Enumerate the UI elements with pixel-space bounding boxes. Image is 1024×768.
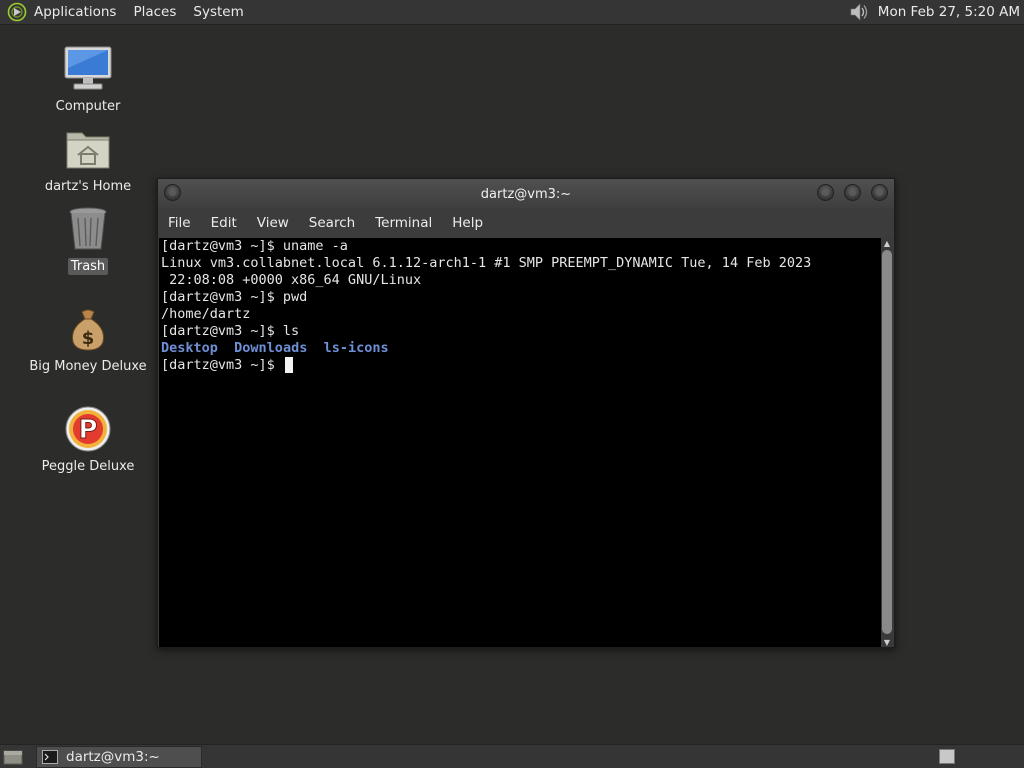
maximize-button[interactable] [844, 184, 861, 201]
desktop-icon-computer[interactable]: Computer [30, 44, 146, 115]
desktop-icon-home[interactable]: dartz's Home [30, 124, 146, 195]
menu-edit[interactable]: Edit [211, 215, 237, 231]
prompt-text: [dartz@vm3 ~]$ [161, 357, 283, 373]
money-bag-icon: $ [63, 304, 113, 354]
window-title: dartz@vm3:~ [480, 186, 572, 202]
terminal-icon [42, 749, 58, 764]
top-panel: Applications Places System Mon Feb 27, 5… [0, 0, 1024, 25]
terminal-output[interactable]: [dartz@vm3 ~]$ uname -a Linux vm3.collab… [159, 238, 882, 647]
terminal-window[interactable]: dartz@vm3:~ File Edit View Search Termin… [157, 178, 895, 648]
ls-entry: ls-icons [323, 340, 389, 356]
desktop-icon-trash[interactable]: Trash [30, 204, 146, 275]
svg-text:P: P [78, 415, 97, 445]
taskbar-terminal-button[interactable]: dartz@vm3:~ [36, 745, 202, 768]
menu-applications[interactable]: Applications [34, 4, 116, 20]
desktop-icon-label: Big Money Deluxe [29, 359, 147, 374]
desktop-icon-label: Computer [55, 99, 121, 114]
terminal-line: /home/dartz [161, 306, 251, 322]
prompt-line[interactable]: [dartz@vm3 ~]$ [161, 357, 880, 374]
text-cursor [284, 357, 293, 373]
menu-system[interactable]: System [193, 4, 243, 20]
menu-terminal[interactable]: Terminal [375, 215, 432, 231]
close-button[interactable] [871, 184, 888, 201]
svg-text:$: $ [82, 328, 95, 349]
ls-entry: Desktop [161, 340, 218, 356]
terminal-menubar: File Edit View Search Terminal Help [158, 209, 894, 237]
taskbar-label: dartz@vm3:~ [66, 748, 160, 765]
applications-logo-icon[interactable] [7, 2, 27, 22]
trash-icon [63, 204, 113, 254]
terminal-line: [dartz@vm3 ~]$ pwd [161, 289, 308, 305]
workspace-switcher[interactable] [939, 749, 955, 764]
terminal-line: 22:08:08 +0000 x86_64 GNU/Linux [161, 272, 422, 288]
menu-places[interactable]: Places [133, 4, 176, 20]
ls-entry: Downloads [234, 340, 308, 356]
menu-file[interactable]: File [168, 215, 191, 231]
menu-help[interactable]: Help [452, 215, 483, 231]
terminal-titlebar[interactable]: dartz@vm3:~ [158, 179, 894, 209]
terminal-line: [dartz@vm3 ~]$ ls [161, 323, 300, 339]
clock[interactable]: Mon Feb 27, 5:20 AM [878, 4, 1020, 20]
volume-icon[interactable] [848, 1, 870, 23]
terminal-line: Linux vm3.collabnet.local 6.1.12-arch1-1… [161, 255, 812, 271]
terminal-scrollbar[interactable]: ▲ ▼ [881, 238, 893, 647]
desktop-icon-peggle[interactable]: P Peggle Deluxe [30, 404, 146, 475]
home-folder-icon [63, 124, 113, 174]
desktop-icon-label: Peggle Deluxe [41, 459, 135, 474]
menu-view[interactable]: View [257, 215, 289, 231]
desktop-icon-label: Trash [67, 258, 109, 275]
terminal-line: [dartz@vm3 ~]$ uname -a [161, 238, 348, 254]
peggle-icon: P [63, 404, 113, 454]
ls-output-line: Desktop Downloads ls-icons [161, 340, 880, 357]
scroll-down-arrow-icon[interactable]: ▼ [881, 637, 893, 647]
computer-icon [63, 44, 113, 94]
desktop-icon-label: dartz's Home [44, 179, 132, 194]
scroll-up-arrow-icon[interactable]: ▲ [881, 238, 893, 248]
minimize-button[interactable] [817, 184, 834, 201]
scroll-thumb[interactable] [882, 250, 892, 634]
desktop-icon-big-money[interactable]: $ Big Money Deluxe [29, 304, 147, 375]
bottom-panel: dartz@vm3:~ [0, 744, 1024, 768]
menu-search[interactable]: Search [309, 215, 355, 231]
window-menu-button[interactable] [164, 184, 181, 201]
show-desktop-icon[interactable] [2, 747, 24, 767]
